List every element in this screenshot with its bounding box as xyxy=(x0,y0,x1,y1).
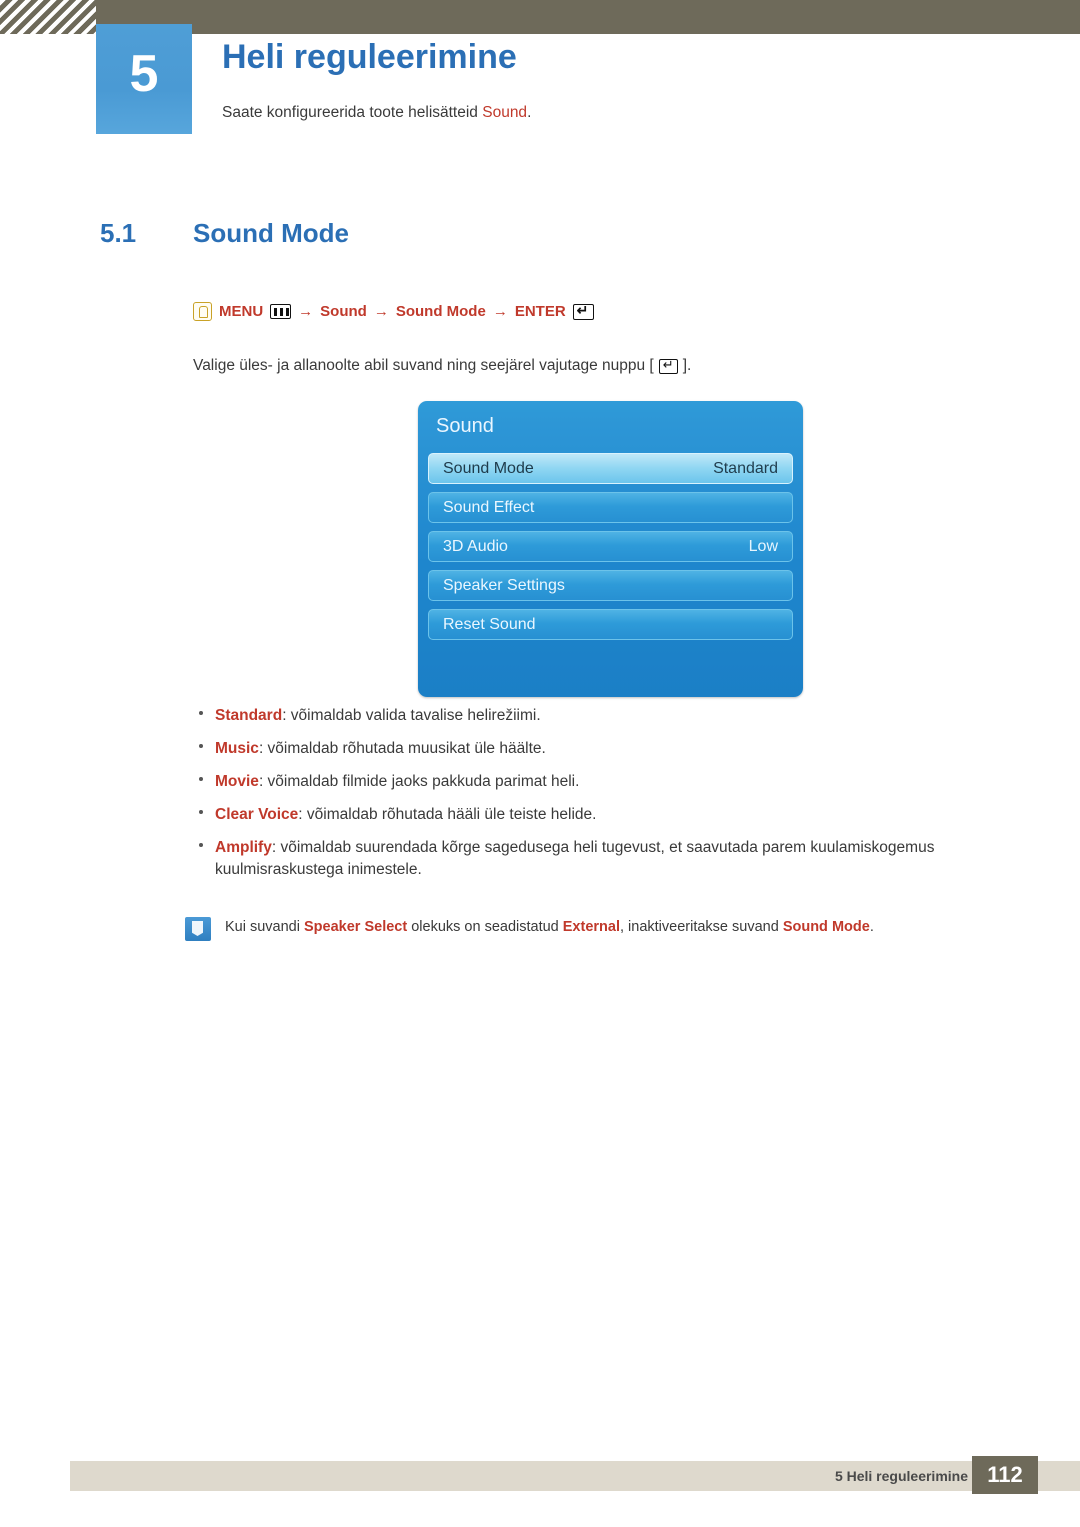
list-item-text: Clear Voice: võimaldab rõhutada hääli ül… xyxy=(215,804,983,826)
list-item: Clear Voice: võimaldab rõhutada hääli ül… xyxy=(193,804,983,826)
osd-row-value: Low xyxy=(748,537,778,555)
osd-row-label: Sound Mode xyxy=(443,459,534,477)
osd-panel: Sound Sound Mode Standard Sound Effect 3… xyxy=(418,401,803,697)
section-number: 5.1 xyxy=(100,218,137,248)
osd-row-3d-audio[interactable]: 3D Audio Low xyxy=(428,531,793,562)
note-text: Kui suvandi Speaker Select olekuks on se… xyxy=(225,915,874,938)
note-block: Kui suvandi Speaker Select olekuks on se… xyxy=(185,915,995,941)
osd-row-list: Sound Mode Standard Sound Effect 3D Audi… xyxy=(418,453,803,648)
list-item-text: Amplify: võimaldab suurendada kõrge sage… xyxy=(215,837,983,881)
menu-path-item-sound-mode: Sound Mode xyxy=(395,303,486,320)
list-item-body: : võimaldab rõhutada hääli üle teiste he… xyxy=(298,806,597,823)
osd-row-reset-sound[interactable]: Reset Sound xyxy=(428,609,793,640)
list-item-keyword: Standard xyxy=(215,707,283,724)
page-number: 112 xyxy=(972,1456,1038,1494)
menu-path-arrow-1: → xyxy=(298,303,314,320)
hand-pointer-icon xyxy=(193,302,212,321)
menu-path-menu-label: MENU xyxy=(219,303,264,320)
chapter-subtitle-before: Saate konfigureerida toote helisätteid xyxy=(222,104,483,121)
list-item-body: : võimaldab suurendada kõrge sagedusega … xyxy=(215,839,935,878)
list-item-keyword: Clear Voice xyxy=(215,806,299,823)
note-info-icon xyxy=(185,917,211,941)
note-keyword-speaker-select: Speaker Select xyxy=(304,919,408,935)
option-bullet-list: Standard: võimaldab valida tavalise heli… xyxy=(193,705,983,892)
enter-key-icon xyxy=(658,357,678,374)
osd-row-label: Reset Sound xyxy=(443,615,536,633)
menu-path: MENU → Sound → Sound Mode → ENTER xyxy=(193,302,594,321)
osd-row-sound-effect[interactable]: Sound Effect xyxy=(428,492,793,523)
instruction-text-before: Valige üles- ja allanoolte abil suvand n… xyxy=(193,357,654,374)
footer-chapter-text: 5 Heli reguleerimine xyxy=(834,1468,968,1484)
osd-row-label: Sound Effect xyxy=(443,498,535,516)
osd-row-label: Speaker Settings xyxy=(443,576,565,594)
osd-row-value: Standard xyxy=(713,459,778,477)
list-item-keyword: Music xyxy=(215,740,259,757)
list-item-keyword: Amplify xyxy=(215,839,272,856)
section-title: Sound Mode xyxy=(193,218,349,248)
note-keyword-external: External xyxy=(562,919,620,935)
bullet-dot-icon xyxy=(193,738,215,748)
list-item-body: : võimaldab valida tavalise helirežiimi. xyxy=(282,707,541,724)
note-part-1: Kui suvandi xyxy=(225,919,304,935)
osd-row-speaker-settings[interactable]: Speaker Settings xyxy=(428,570,793,601)
chapter-subtitle: Saate konfigureerida toote helisätteid S… xyxy=(222,104,531,122)
menu-path-enter-label: ENTER xyxy=(514,303,566,320)
bullet-dot-icon xyxy=(193,837,215,847)
list-item-text: Movie: võimaldab filmide jaoks pakkuda p… xyxy=(215,771,983,793)
osd-row-sound-mode[interactable]: Sound Mode Standard xyxy=(428,453,793,484)
menu-path-arrow-2: → xyxy=(373,303,389,320)
osd-row-label: 3D Audio xyxy=(443,537,508,555)
menu-path-arrow-3: → xyxy=(492,303,508,320)
note-part-4: . xyxy=(869,919,874,935)
instruction-line: Valige üles- ja allanoolte abil suvand n… xyxy=(193,357,691,375)
instruction-text-after: ]. xyxy=(682,357,692,374)
chapter-number: 5 xyxy=(129,45,159,103)
chapter-title: Heli reguleerimine xyxy=(222,38,517,76)
list-item-body: : võimaldab filmide jaoks pakkuda parima… xyxy=(258,773,580,790)
menu-bars-icon xyxy=(270,304,292,319)
bullet-dot-icon xyxy=(193,771,215,781)
note-part-2: olekuks on seadistatud xyxy=(407,919,563,935)
list-item: Movie: võimaldab filmide jaoks pakkuda p… xyxy=(193,771,983,793)
list-item-text: Standard: võimaldab valida tavalise heli… xyxy=(215,705,983,727)
bullet-dot-icon xyxy=(193,804,215,814)
header-hatch-decoration xyxy=(0,0,96,34)
list-item-text: Music: võimaldab rõhutada muusikat üle h… xyxy=(215,738,983,760)
enter-key-icon xyxy=(572,302,594,320)
bullet-dot-icon xyxy=(193,705,215,715)
note-part-3: , inaktiveeritakse suvand xyxy=(620,919,783,935)
chapter-subtitle-keyword: Sound xyxy=(482,104,528,121)
note-keyword-sound-mode: Sound Mode xyxy=(782,919,870,935)
list-item: Music: võimaldab rõhutada muusikat üle h… xyxy=(193,738,983,760)
list-item-body: : võimaldab rõhutada muusikat üle häälte… xyxy=(258,740,546,757)
list-item-keyword: Movie xyxy=(215,773,259,790)
chapter-subtitle-after: . xyxy=(527,104,532,121)
list-item: Amplify: võimaldab suurendada kõrge sage… xyxy=(193,837,983,881)
list-item: Standard: võimaldab valida tavalise heli… xyxy=(193,705,983,727)
osd-panel-title: Sound xyxy=(436,415,494,437)
menu-path-item-sound: Sound xyxy=(320,303,367,320)
